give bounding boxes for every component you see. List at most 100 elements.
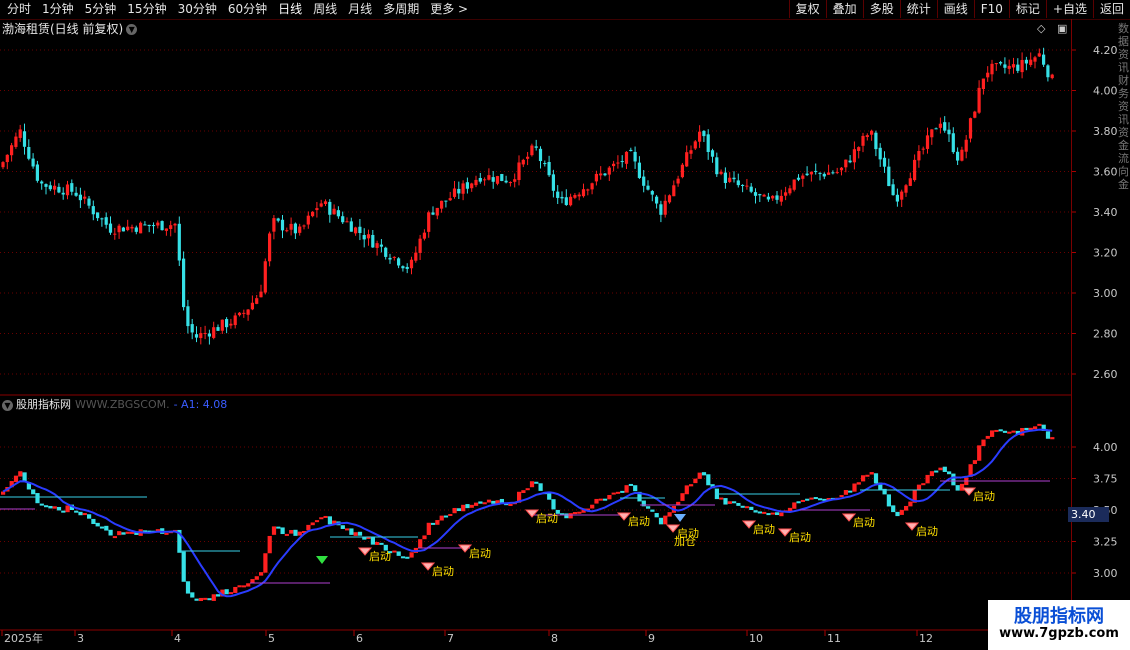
candle-body bbox=[44, 184, 48, 187]
side-info-tabs[interactable]: 数据资讯财务资讯资金流向金 bbox=[1118, 22, 1130, 191]
indicator-candle bbox=[211, 594, 216, 601]
candle-body bbox=[379, 244, 383, 247]
candle-body bbox=[947, 129, 951, 135]
candle-body bbox=[418, 238, 422, 253]
candle-body bbox=[624, 151, 629, 164]
indicator-candle bbox=[241, 585, 246, 588]
add-position-label: 加仓 bbox=[674, 534, 696, 548]
candle-body bbox=[710, 150, 715, 157]
candle-body bbox=[18, 129, 22, 138]
candle-body bbox=[487, 175, 491, 180]
candle-body bbox=[887, 166, 891, 187]
indicator-candle bbox=[1037, 423, 1042, 426]
candle-body bbox=[134, 227, 138, 232]
indicator-candle bbox=[379, 542, 384, 545]
candle-body bbox=[784, 192, 788, 196]
indicator-candle bbox=[624, 485, 629, 493]
candle-body bbox=[857, 147, 861, 151]
indicator-candle bbox=[13, 475, 19, 483]
indicator-candle bbox=[598, 498, 603, 501]
candle-body bbox=[689, 150, 693, 154]
candle-body bbox=[57, 186, 61, 193]
candle-body bbox=[702, 130, 706, 137]
indicator-candle bbox=[48, 505, 53, 509]
indicator-candle bbox=[990, 430, 995, 437]
candle-body bbox=[556, 191, 560, 198]
indicator-candle bbox=[697, 472, 702, 479]
month-label: 6 bbox=[356, 632, 363, 645]
indicator-candle bbox=[658, 517, 664, 525]
watermark-logo: 股朋指标网 www.7gpzb.com bbox=[988, 600, 1130, 650]
start-signal-label: 启动 bbox=[628, 515, 650, 528]
candle-body bbox=[990, 63, 994, 75]
candle-body bbox=[526, 156, 530, 159]
candle-body bbox=[663, 200, 667, 215]
candle-body bbox=[994, 63, 998, 65]
indicator-candle bbox=[736, 502, 741, 506]
candle-body bbox=[934, 128, 938, 130]
candle-body bbox=[913, 159, 917, 181]
indicator-candle bbox=[603, 498, 608, 501]
indicator-candle bbox=[323, 515, 328, 518]
candle-body bbox=[65, 184, 70, 196]
candle-body bbox=[117, 225, 121, 233]
indicator-candle bbox=[594, 498, 599, 504]
candle-body bbox=[805, 173, 809, 176]
candle-body bbox=[874, 132, 878, 150]
candle-body bbox=[414, 252, 418, 261]
watermark-title: 股朋指标网 bbox=[1014, 606, 1104, 627]
candle-body bbox=[891, 184, 895, 196]
candle-body bbox=[844, 159, 848, 168]
candle-body bbox=[212, 327, 216, 338]
candle-body bbox=[220, 319, 224, 331]
candle-body bbox=[53, 185, 57, 190]
month-label: 9 bbox=[648, 632, 655, 645]
candle-body bbox=[384, 247, 388, 257]
candle-body bbox=[573, 195, 577, 198]
indicator-candle bbox=[848, 490, 853, 493]
indicator-candle bbox=[908, 501, 913, 507]
candle-body bbox=[216, 327, 220, 331]
candle-body bbox=[255, 298, 259, 304]
indicator-candle bbox=[628, 483, 633, 486]
indicator-candle bbox=[228, 592, 234, 595]
indicator-candle bbox=[375, 541, 380, 545]
candle-body bbox=[908, 178, 912, 186]
candle-body bbox=[616, 162, 620, 164]
candle-body bbox=[427, 212, 431, 232]
candle-body bbox=[521, 159, 525, 165]
indicator-candle bbox=[689, 484, 694, 487]
month-label: 3 bbox=[77, 632, 84, 645]
candle-body bbox=[293, 223, 297, 234]
candle-body bbox=[491, 177, 495, 182]
indicator-candle bbox=[237, 585, 242, 588]
candle-body bbox=[603, 173, 607, 176]
indicator-candle bbox=[684, 485, 689, 495]
candle-body bbox=[895, 194, 899, 202]
candle-body bbox=[569, 196, 573, 206]
indicator-candle bbox=[1011, 430, 1016, 433]
indicator-candle bbox=[104, 525, 109, 531]
indicator-candle bbox=[732, 501, 737, 504]
indicator-candle bbox=[951, 473, 956, 486]
indicator-candle bbox=[667, 512, 672, 517]
month-label: 11 bbox=[827, 632, 841, 645]
indicator-candle bbox=[886, 494, 891, 507]
candle-body bbox=[156, 222, 160, 226]
candle-body bbox=[78, 194, 82, 201]
candle-body bbox=[590, 183, 594, 190]
start-signal-label: 启动 bbox=[469, 547, 491, 560]
candle-body bbox=[1003, 64, 1007, 68]
candle-body bbox=[22, 131, 27, 147]
indicator-candle bbox=[792, 502, 797, 509]
candle-body bbox=[637, 162, 641, 178]
candle-body bbox=[956, 151, 960, 161]
indicator-candle bbox=[525, 488, 530, 491]
indicator-candle bbox=[263, 553, 268, 573]
candle-body bbox=[371, 234, 375, 248]
indicator-candle bbox=[568, 513, 573, 519]
indicator-candle bbox=[615, 491, 621, 494]
indicator-candle bbox=[327, 516, 332, 525]
kline-chart[interactable]: 4.204.003.803.603.403.203.002.802.604.00… bbox=[0, 0, 1130, 650]
candle-body bbox=[298, 226, 302, 233]
